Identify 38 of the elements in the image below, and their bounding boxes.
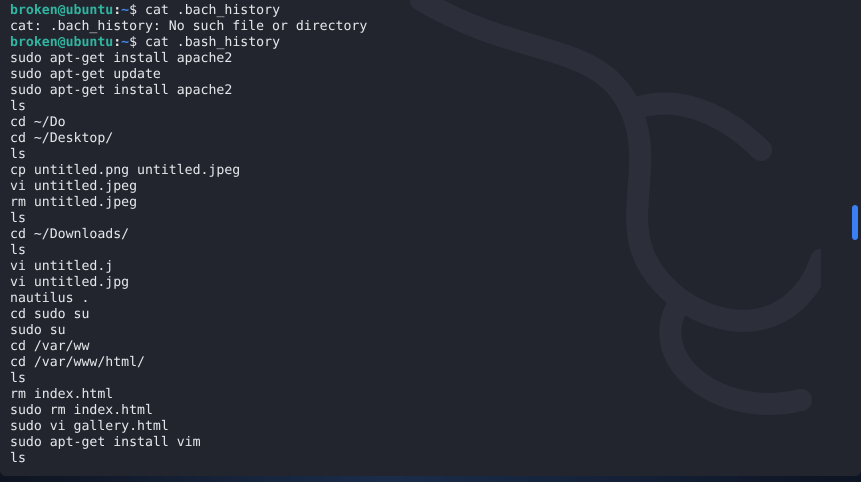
output-line: cd ~/Do <box>10 115 67 131</box>
output-line: cd /var/www/html/ <box>10 355 146 371</box>
output-line: ls <box>10 243 27 259</box>
output-line: cd ~/Desktop/ <box>10 131 114 147</box>
output-line: cat: .bach_history: No such file or directory <box>10 19 368 35</box>
command-text: cat .bach_history <box>145 3 280 18</box>
output-line: vi untitled.jpg <box>10 275 130 291</box>
output-line: sudo apt-get update <box>10 67 162 83</box>
output-line: rm index.html <box>10 387 114 403</box>
output-line: ls <box>10 147 27 163</box>
output-line: rm untitled.jpeg <box>10 195 138 211</box>
output-line: cd ~/Downloads/ <box>10 227 130 243</box>
output-line: sudo vi gallery.html <box>10 419 170 435</box>
command-text: cat .bash_history <box>145 35 280 50</box>
output-line: ls <box>10 99 27 115</box>
output-line: sudo rm index.html <box>10 403 154 419</box>
output-line: ls <box>10 451 27 467</box>
prompt-path: ~ <box>121 3 130 18</box>
output-line: ls <box>10 211 27 227</box>
output-line: sudo apt-get install apache2 <box>10 83 234 99</box>
output-line: cp untitled.png untitled.jpeg <box>10 163 242 179</box>
prompt-separator: : <box>113 3 122 18</box>
output-line: vi untitled.jpeg <box>10 179 138 195</box>
prompt-path: ~ <box>121 35 130 50</box>
output-line: ls <box>10 371 27 387</box>
prompt-symbol: $ <box>129 3 138 18</box>
output-line: sudo apt-get install vim <box>10 435 202 451</box>
prompt-separator: : <box>113 35 122 50</box>
output-line: cd /var/ww <box>10 339 90 355</box>
output-line: nautilus . <box>10 291 90 307</box>
output-line: vi untitled.j <box>10 259 114 275</box>
prompt-user: broken@ubuntu <box>10 3 114 18</box>
output-line: sudo apt-get install apache2 <box>10 51 234 67</box>
prompt-symbol: $ <box>129 35 138 50</box>
prompt-user: broken@ubuntu <box>10 35 114 50</box>
output-line: cd sudo su <box>10 307 90 323</box>
scrollbar-thumb[interactable] <box>852 205 858 240</box>
output-line: sudo su <box>10 323 67 339</box>
